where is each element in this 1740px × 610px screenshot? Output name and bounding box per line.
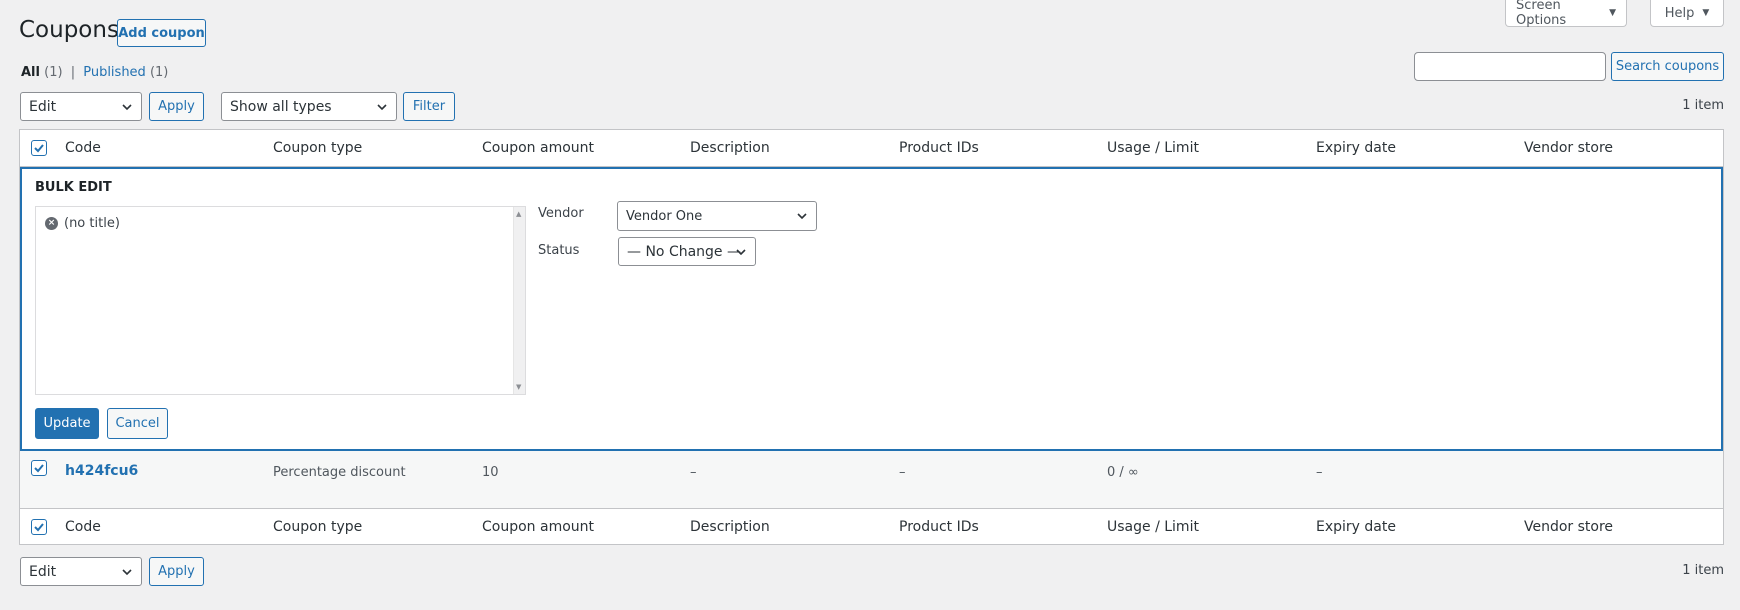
help-tab[interactable]: Help ▼ [1650,0,1724,27]
select-all-checkbox[interactable] [31,140,47,156]
coupon-amount-cell: 10 [482,465,499,480]
row-checkbox[interactable] [31,460,47,476]
column-coupon-amount: Coupon amount [482,519,595,535]
remove-icon[interactable]: × [45,217,58,230]
chevron-down-icon [736,249,746,256]
vendor-select-value: Vendor One [626,208,703,224]
column-product-ids: Product IDs [899,140,979,156]
filter-button[interactable]: Filter [403,92,455,121]
view-published-link[interactable]: Published [83,65,146,80]
screen-options-tab[interactable]: Screen Options ▼ [1505,0,1627,28]
bulk-edit-panel: BULK EDIT × (no title) ▲ ▼ Vendor Vendor… [20,167,1723,451]
status-views: All (1) | Published (1) [21,65,168,80]
vendor-select[interactable]: Vendor One [617,201,817,231]
column-vendor-store: Vendor store [1524,519,1614,535]
help-label: Help [1664,5,1695,21]
view-all-link[interactable]: All [21,65,40,80]
column-coupon-type: Coupon type [273,140,363,156]
scroll-down-icon[interactable]: ▼ [516,383,521,391]
bulk-edit-item: × (no title) [45,216,120,231]
column-vendor-store: Vendor store [1524,140,1614,156]
view-published-count: (1) [149,65,169,80]
column-coupon-amount: Coupon amount [482,140,595,156]
view-all-count: (1) [44,65,63,80]
product-ids-cell: – [899,465,906,480]
bulk-action-value: Edit [29,98,57,115]
status-select-value: — No Change — [627,243,741,260]
column-expiry-date: Expiry date [1316,519,1396,535]
column-code[interactable]: Code [65,140,101,156]
column-expiry-date: Expiry date [1316,140,1396,156]
chevron-down-icon [122,569,132,576]
search-input[interactable] [1414,52,1606,81]
coupon-type-cell: Percentage discount [273,465,406,480]
column-description: Description [690,519,770,535]
add-coupon-button[interactable]: Add coupon [117,19,206,47]
column-code[interactable]: Code [65,519,101,535]
bulk-edit-item-title: (no title) [64,216,120,231]
search-coupons-button[interactable]: Search coupons [1611,52,1724,81]
select-all-checkbox-footer[interactable] [31,519,47,535]
description-cell: – [690,465,697,480]
views-separator: | [70,65,76,80]
cancel-button[interactable]: Cancel [107,408,168,439]
update-button[interactable]: Update [35,408,99,439]
page-title: Coupons [19,17,119,43]
bulk-action-select-bottom[interactable]: Edit [20,557,142,586]
check-icon [34,523,44,532]
bulk-action-select[interactable]: Edit [20,92,142,121]
status-label: Status [538,243,580,258]
status-select[interactable]: — No Change — [618,237,756,266]
column-description: Description [690,140,770,156]
expiry-date-cell: – [1316,465,1323,480]
coupon-type-filter[interactable]: Show all types [221,92,397,121]
chevron-down-icon [797,213,807,220]
items-count-bottom: 1 item [1682,563,1724,578]
column-coupon-type: Coupon type [273,519,363,535]
column-usage-limit: Usage / Limit [1107,519,1199,535]
chevron-down-icon [122,104,132,111]
coupons-table: Code Coupon type Coupon amount Descripti… [19,129,1724,545]
apply-button[interactable]: Apply [149,92,204,121]
bulk-edit-title: BULK EDIT [35,180,112,195]
screen-options-label: Screen Options [1516,0,1567,28]
column-usage-limit: Usage / Limit [1107,140,1199,156]
chevron-down-icon [377,104,387,111]
check-icon [34,464,44,473]
usage-limit-cell: 0 / ∞ [1107,465,1139,480]
check-icon [34,144,44,153]
caret-down-icon: ▼ [1609,8,1616,18]
table-row: h424fcu6 Percentage discount 10 – – 0 / … [20,451,1723,508]
column-product-ids: Product IDs [899,519,979,535]
bulk-edit-list: × (no title) ▲ ▼ [35,206,526,395]
scrollbar[interactable]: ▲ ▼ [513,207,525,394]
coupon-code-link[interactable]: h424fcu6 [65,463,138,479]
table-footer: Code Coupon type Coupon amount Descripti… [20,508,1723,545]
caret-down-icon: ▼ [1702,8,1710,18]
coupon-type-filter-value: Show all types [230,98,332,115]
bulk-action-value: Edit [29,563,57,580]
apply-button-bottom[interactable]: Apply [149,557,204,586]
items-count-top: 1 item [1682,98,1724,113]
vendor-label: Vendor [538,206,584,221]
scroll-up-icon[interactable]: ▲ [516,210,521,218]
table-header: Code Coupon type Coupon amount Descripti… [20,130,1723,167]
